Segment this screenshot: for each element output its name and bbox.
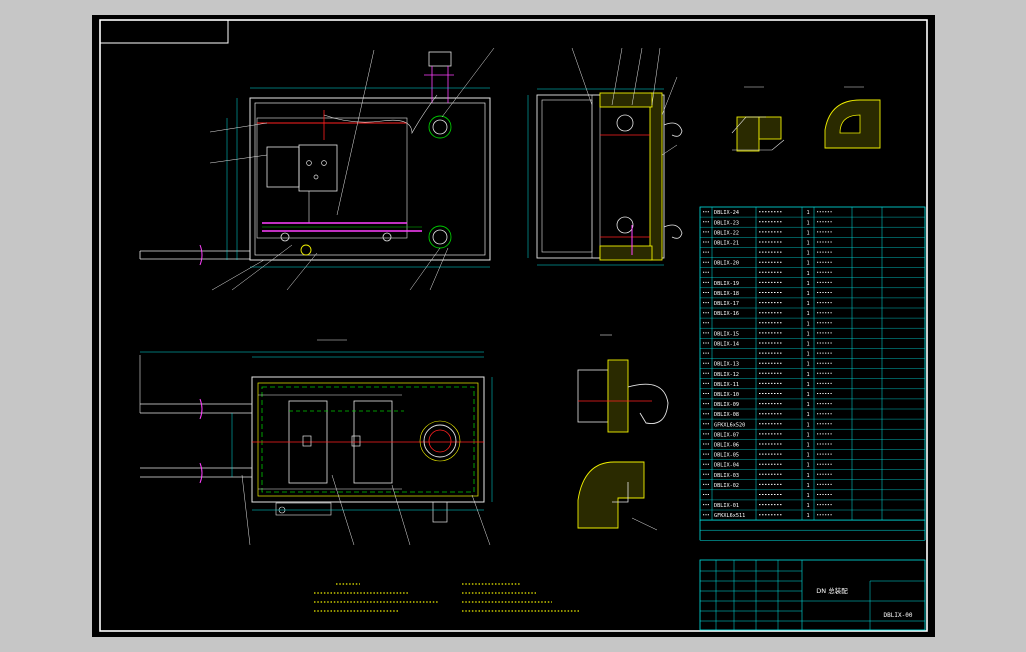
detail-section-3 [577,334,669,433]
parts-list-code: DBLIX-17 [714,301,739,307]
parts-list-qty: 1 [806,230,809,236]
detail-section-1 [731,86,785,152]
parts-list-qty: 1 [806,301,809,307]
code-box [99,19,229,44]
parts-list-qty: 1 [806,261,809,267]
parts-list-qty: 1 [806,281,809,287]
parts-list-qty: 1 [806,422,809,428]
parts-list-qty: 1 [806,432,809,438]
parts-list-code: DBLIX-01 [714,503,739,509]
plan-view [139,339,493,546]
parts-list-table: DBLIX-24 1 DBLIX-23 1 DBLIX-22 1 DBLIX-21 1 1 DBL… [699,206,926,541]
parts-list-code: DBLIX-06 [714,443,739,449]
detail-section-2 [824,86,881,149]
parts-list-qty: 1 [806,241,809,247]
parts-list-code: DBLIX-19 [714,281,739,287]
parts-list-code: DBLIX-15 [714,331,739,337]
parts-list-qty: 1 [806,453,809,459]
parts-list-qty: 1 [806,503,809,509]
parts-list-code: DBLIX-02 [714,483,739,489]
parts-list-qty: 1 [806,331,809,337]
parts-list-qty: 1 [806,473,809,479]
detail-section-4 [577,461,658,531]
parts-list-qty: 1 [806,321,809,327]
parts-list-qty: 1 [806,382,809,388]
parts-list-qty: 1 [806,311,809,317]
parts-list-qty: 1 [806,210,809,216]
parts-list-qty: 1 [806,372,809,378]
parts-list-qty: 1 [806,362,809,368]
drawing-title: DN 总装配 [816,586,848,595]
parts-list-code: DBLIX-14 [714,342,739,348]
parts-list-qty: 1 [806,493,809,499]
parts-list-code: DBLIX-23 [714,220,739,226]
parts-list-code: GFKXL6x511 [714,513,745,519]
parts-list-qty: 1 [806,443,809,449]
parts-list-qty: 1 [806,483,809,489]
parts-list-code: DBLIX-10 [714,392,739,398]
parts-list-code: DBLIX-04 [714,463,739,469]
parts-list-code: DBLIX-22 [714,230,739,236]
parts-list-code: DBLIX-12 [714,372,739,378]
drawing-number: DBLIX-00 [884,612,913,619]
title-block: DN 总装配 DBLIX-00 [699,559,926,631]
parts-list-qty: 1 [806,291,809,297]
parts-list-qty: 1 [806,220,809,226]
parts-list-code: DBLIX-09 [714,402,739,408]
parts-list-qty: 1 [806,251,809,257]
parts-list-code: DBLIX-05 [714,453,739,459]
technical-notes [314,583,580,612]
parts-list-qty: 1 [806,352,809,358]
parts-list-qty: 1 [806,402,809,408]
parts-list-code: DBLIX-24 [714,210,739,216]
parts-list-qty: 1 [806,412,809,418]
parts-list-qty: 1 [806,463,809,469]
assembly-drawing: DBLIX-24 1 DBLIX-23 1 DBLIX-22 1 DBLIX-21 1 1 DBL… [99,19,928,632]
front-view [139,47,495,291]
parts-list-code: DBLIX-03 [714,473,739,479]
parts-list-code: DBLIX-07 [714,432,739,438]
parts-list-qty: 1 [806,513,809,519]
side-section-view [527,47,683,266]
drawing-sheet: DBLIX-24 1 DBLIX-23 1 DBLIX-22 1 DBLIX-21 1 1 DBL… [92,15,935,637]
parts-list-code: DBLIX-20 [714,261,739,267]
parts-list-code: DBLIX-16 [714,311,739,317]
parts-list-code: DBLIX-21 [714,241,739,247]
parts-list-code: DBLIX-11 [714,382,739,388]
parts-list-code: GFKXL6x520 [714,422,745,428]
parts-list-qty: 1 [806,271,809,277]
parts-list-code: DBLIX-18 [714,291,739,297]
sheet-border [99,19,928,632]
parts-list-qty: 1 [806,342,809,348]
parts-list-code: DBLIX-13 [714,362,739,368]
parts-list-qty: 1 [806,392,809,398]
parts-list-code: DBLIX-08 [714,412,739,418]
